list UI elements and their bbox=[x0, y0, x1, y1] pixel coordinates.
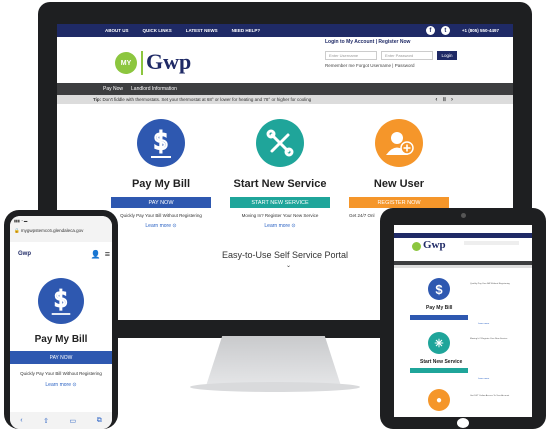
menu-icon[interactable]: ≡ bbox=[105, 249, 110, 259]
bookmarks-icon[interactable]: ▭ bbox=[70, 417, 77, 425]
share-icon[interactable]: ⇧ bbox=[43, 417, 49, 425]
phone-pay-bill-desc: Quickly Pay Your Bill Without Registerin… bbox=[20, 371, 102, 376]
tablet-learn-more-2[interactable]: Learn more bbox=[478, 378, 489, 380]
new-service-learn-more[interactable]: Learn more ⊙ bbox=[230, 223, 330, 229]
pay-bill-learn-more[interactable]: Learn more ⊙ bbox=[111, 223, 211, 229]
user-icon[interactable]: 👤 bbox=[91, 250, 101, 259]
tablet-new-user-desc: Get 24/7 Online Access To Your Account bbox=[470, 395, 510, 397]
nav-landlord-information[interactable]: Landlord Information bbox=[131, 86, 177, 92]
tablet-start-service-button[interactable] bbox=[410, 368, 468, 373]
url-bar[interactable]: 🔒 mygwpstemcc6.glendaleca.gov bbox=[14, 228, 83, 234]
tip-next-icon[interactable]: › bbox=[451, 97, 453, 103]
arrow-circle-icon: ⊙ bbox=[291, 223, 296, 229]
tablet-pay-bill-title: Pay My Bill bbox=[426, 305, 453, 311]
pay-bill-icon-circle[interactable]: $ bbox=[137, 119, 185, 167]
chevron-down-icon[interactable]: ⌄ bbox=[286, 262, 291, 269]
svg-text:$: $ bbox=[54, 287, 68, 313]
username-input[interactable]: Enter Username bbox=[325, 51, 377, 60]
twitter-icon[interactable]: t bbox=[440, 26, 450, 35]
portal-heading: Easy-to-Use Self Service Portal bbox=[222, 250, 349, 260]
login-button[interactable]: Login bbox=[437, 51, 457, 60]
lock-icon: 🔒 bbox=[14, 228, 20, 233]
monitor-stand-base bbox=[190, 382, 360, 392]
pay-bill-title: Pay My Bill bbox=[131, 178, 191, 190]
login-title[interactable]: Login to My Account | Register Now bbox=[325, 39, 410, 45]
main-nav: Pay Now Landlord Information bbox=[57, 83, 513, 95]
new-service-desc: Moving In? Register Your New Service bbox=[241, 213, 319, 218]
status-bar: ▮▮▮ ◔ ▬ bbox=[14, 219, 28, 223]
new-service-icon-circle[interactable] bbox=[256, 119, 304, 167]
phone-learn-more[interactable]: Learn more ⊙ bbox=[10, 382, 112, 388]
logo-my-badge[interactable]: MY bbox=[115, 52, 137, 74]
pay-now-button[interactable]: PAY NOW bbox=[111, 197, 211, 208]
tablet-pay-bill-icon[interactable]: $ bbox=[428, 278, 450, 300]
arrow-circle-icon: ⊙ bbox=[72, 382, 77, 388]
phone-number[interactable]: +1 (805) 550-4497 bbox=[462, 28, 499, 33]
phone-screen: ▮▮▮ ◔ ▬ 🔒 mygwpstemcc6.glendaleca.gov Gw… bbox=[10, 216, 112, 429]
tablet-logo-my bbox=[412, 242, 421, 251]
tip-bar: Tip: Don't fiddle with thermostats. Set … bbox=[57, 95, 513, 104]
tablet-new-service-title: Start New Service bbox=[420, 359, 463, 365]
tip-pause-icon[interactable]: ॥ bbox=[442, 97, 446, 103]
tip-text: Don't fiddle with thermostats. Set your … bbox=[102, 97, 312, 102]
tablet-top-nav bbox=[394, 233, 532, 238]
phone-pay-bill-title: Pay My Bill bbox=[34, 334, 88, 345]
tablet-tip-bar bbox=[394, 265, 532, 268]
tablet-camera bbox=[461, 213, 466, 218]
phone-pay-now-button[interactable]: PAY NOW bbox=[10, 351, 112, 364]
remember-me-row[interactable]: Remember me Forgot Username | Password bbox=[325, 63, 414, 68]
dollar-icon: $ bbox=[151, 126, 171, 158]
dollar-icon: $ bbox=[435, 281, 443, 297]
tip-label: Tip: bbox=[93, 97, 102, 102]
tablet-home-button[interactable] bbox=[457, 418, 469, 428]
phone-browser-toolbar: ‹ ⇧ ▭ ⧉ bbox=[10, 412, 112, 429]
tip-prev-icon[interactable]: ‹ bbox=[435, 97, 437, 103]
nav-latest-news[interactable]: LATEST NEWS bbox=[186, 28, 218, 33]
password-input[interactable]: Enter Password bbox=[381, 51, 433, 60]
logo-brand[interactable]: Gwp bbox=[146, 49, 191, 75]
tablet-screen: Gwp $ Quickly Pay Your Bill Without Regi… bbox=[394, 225, 532, 417]
facebook-icon[interactable]: f bbox=[425, 26, 435, 35]
svg-text:$: $ bbox=[153, 127, 168, 155]
phone-header: Gwp 👤 ≡ bbox=[12, 247, 110, 261]
tablet-pay-bill-desc: Quickly Pay Your Bill Without Registerin… bbox=[470, 283, 510, 285]
arrow-circle-icon: ⊙ bbox=[172, 223, 177, 229]
tablet-login-inputs[interactable] bbox=[464, 241, 519, 245]
phone-logo[interactable]: Gwp bbox=[18, 251, 31, 257]
tablet-learn-more-1[interactable]: Learn more bbox=[478, 323, 489, 325]
top-utility-nav: ABOUT US QUICK LINKS LATEST NEWS NEED HE… bbox=[57, 24, 513, 37]
register-now-button[interactable]: REGISTER NOW bbox=[349, 197, 449, 208]
nav-need-help[interactable]: NEED HELP? bbox=[232, 28, 261, 33]
tablet-new-service-desc: Moving In? Register Your New Service bbox=[470, 338, 508, 340]
new-user-icon-circle[interactable] bbox=[375, 119, 423, 167]
start-new-service-button[interactable]: START NEW SERVICE bbox=[230, 197, 330, 208]
nav-about-us[interactable]: ABOUT US bbox=[105, 28, 129, 33]
tools-icon bbox=[266, 129, 294, 157]
site-header: MY Gwp Login to My Account | Register No… bbox=[57, 37, 513, 83]
tablet-logo[interactable]: Gwp bbox=[423, 239, 446, 251]
phone-browser-bar: ▮▮▮ ◔ ▬ 🔒 mygwpstemcc6.glendaleca.gov bbox=[10, 216, 112, 242]
add-user-icon bbox=[386, 132, 414, 155]
tools-icon: ✳ bbox=[434, 337, 444, 350]
tablet-new-user-icon[interactable]: ● bbox=[428, 389, 450, 411]
back-icon[interactable]: ‹ bbox=[20, 417, 22, 424]
phone-pay-bill-icon[interactable]: $ bbox=[38, 278, 84, 324]
pay-bill-desc: Quickly Pay Your Bill Without Registerin… bbox=[120, 213, 202, 218]
logo-divider bbox=[141, 51, 143, 75]
new-service-title: Start New Service bbox=[233, 178, 327, 190]
nav-pay-now[interactable]: Pay Now bbox=[103, 86, 123, 92]
tabs-icon[interactable]: ⧉ bbox=[97, 417, 102, 425]
monitor-stand bbox=[206, 336, 341, 386]
nav-quick-links[interactable]: QUICK LINKS bbox=[143, 28, 172, 33]
dollar-icon: $ bbox=[51, 286, 71, 315]
tablet-new-service-icon[interactable]: ✳ bbox=[428, 332, 450, 354]
tip-controls[interactable]: ‹ ॥ › bbox=[435, 95, 453, 103]
tablet-pay-now-button[interactable] bbox=[410, 315, 468, 320]
new-user-title: New User bbox=[373, 178, 425, 190]
add-user-icon: ● bbox=[435, 394, 443, 406]
